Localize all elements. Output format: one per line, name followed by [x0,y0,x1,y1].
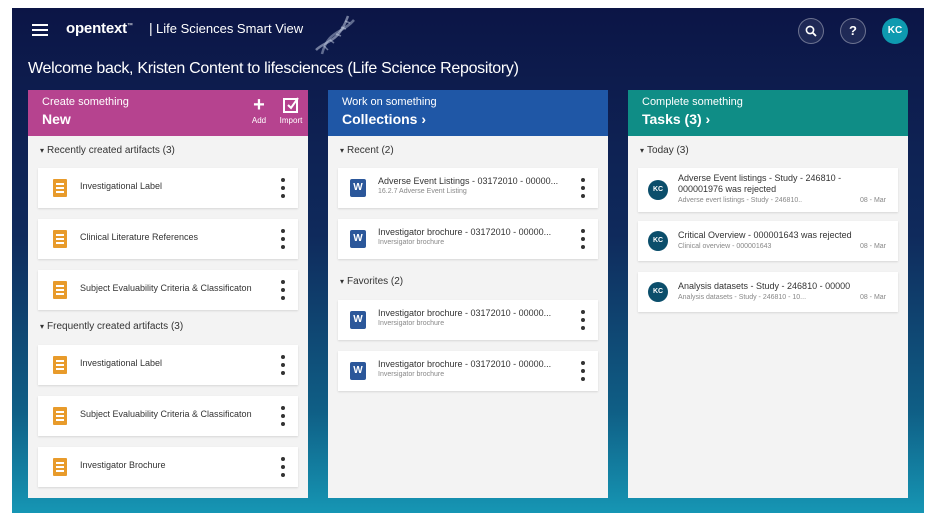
more-options-icon[interactable] [278,457,288,477]
brand-separator: | [149,20,153,36]
more-options-icon[interactable] [278,406,288,426]
task-date: 08 - Mar [859,197,886,204]
tasks-panel-header[interactable]: Complete something Tasks (3) › [628,90,908,136]
brand-logo: opentext™ [66,20,133,37]
dna-helix-icon [315,15,355,55]
app-name: Life Sciences Smart View [156,21,304,36]
collections-panel-subtitle: Work on something [342,96,437,108]
task-title: Analysis datasets - Study - 246810 - 000… [678,281,851,291]
welcome-message: Welcome back, Kristen Content to lifesci… [28,60,519,77]
more-options-icon[interactable] [578,178,588,198]
artifact-title: Clinical Literature References [80,232,199,242]
import-label: Import [279,116,303,125]
word-document-icon: W [350,179,366,197]
collection-card[interactable]: W Investigator brochure - 03172010 - 000… [338,351,598,391]
document-icon [53,458,67,476]
artifact-title: Investigational Label [80,181,163,191]
task-title: Critical Overview - 000001643 was reject… [678,230,852,240]
user-avatar[interactable]: KC [882,18,908,44]
today-section[interactable]: ▾ Today (3) [628,142,908,160]
search-icon [805,25,817,37]
task-card[interactable]: KC Critical Overview - 000001643 was rej… [638,221,898,261]
recently-created-section[interactable]: ▾ Recently created artifacts (3) [28,142,308,160]
collection-subtitle: Inversigator brochure [378,239,445,246]
artifact-title: Subject Evaluability Criteria & Classifi… [80,283,252,293]
chevron-down-icon: ▾ [40,322,45,331]
collection-title: Investigator brochure - 03172010 - 00000… [378,359,552,369]
artifact-card[interactable]: Investigational Label [38,168,298,208]
collection-card[interactable]: W Investigator brochure - 03172010 - 000… [338,300,598,340]
collection-subtitle: Inversigator brochure [378,320,445,327]
app-window: opentext™ | Life Sciences Smart View ? K… [12,8,924,513]
document-icon [53,407,67,425]
collections-panel-header[interactable]: Work on something Collections › [328,90,608,136]
artifact-card[interactable]: Investigational Label [38,345,298,385]
document-icon [53,230,67,248]
document-icon [53,179,67,197]
task-avatar: KC [648,231,668,251]
word-document-icon: W [350,311,366,329]
artifact-title: Investigator Brochure [80,460,166,470]
task-avatar: KC [648,282,668,302]
plus-icon: + [253,94,265,116]
help-button[interactable]: ? [840,18,866,44]
more-options-icon[interactable] [578,310,588,330]
task-title-line2: 000001976 was rejected [678,184,777,194]
artifact-card[interactable]: Clinical Literature References [38,219,298,259]
collection-title: Adverse Event Listings - 03172010 - 0000… [378,176,559,186]
create-panel: Create something New + Add Import ▾ Recen… [28,90,308,498]
collection-card[interactable]: W Investigator brochure - 03172010 - 000… [338,219,598,259]
artifact-card[interactable]: Subject Evaluability Criteria & Classifi… [38,270,298,310]
frequently-created-section[interactable]: ▾ Frequently created artifacts (3) [28,318,183,336]
collection-subtitle: 16.2.7 Adverse Event Listing [378,188,467,195]
import-icon [283,97,299,113]
artifact-card[interactable]: Subject Evaluability Criteria & Classifi… [38,396,298,436]
tasks-panel-title[interactable]: Tasks (3) › [642,111,894,127]
tasks-panel: Complete something Tasks (3) › ▾ Today (3… [628,90,908,498]
collections-panel: Work on something Collections › ▾ Recent … [328,90,608,498]
task-date: 08 - Mar [859,243,886,250]
top-bar: opentext™ | Life Sciences Smart View ? K… [12,8,924,55]
chevron-down-icon: ▾ [340,146,345,155]
chevron-down-icon: ▾ [40,146,45,155]
create-panel-header: Create something New + Add Import [28,90,308,136]
artifact-title: Investigational Label [80,358,163,368]
artifact-title: Subject Evaluability Criteria & Classifi… [80,409,252,419]
more-options-icon[interactable] [278,229,288,249]
word-document-icon: W [350,362,366,380]
collection-title: Investigator brochure - 03172010 - 00000… [378,308,552,318]
recent-section[interactable]: ▾ Recent (2) [328,142,608,160]
word-document-icon: W [350,230,366,248]
collection-card[interactable]: W Adverse Event Listings - 03172010 - 00… [338,168,598,208]
artifact-card[interactable]: Investigator Brochure [38,447,298,487]
document-icon [53,356,67,374]
document-icon [53,281,67,299]
hamburger-menu-icon[interactable] [32,24,48,36]
more-options-icon[interactable] [278,280,288,300]
chevron-down-icon: ▾ [340,277,345,286]
favorites-section[interactable]: ▾ Favorites (2) [328,273,403,291]
task-subtitle: Adverse evert listings - Study - 246810.… [678,197,803,204]
import-button[interactable]: Import [276,94,306,125]
add-button[interactable]: + Add [244,94,274,125]
task-subtitle: Analysis datasets - Study - 246810 - 10.… [678,294,807,301]
tasks-panel-subtitle: Complete something [642,96,743,108]
more-options-icon[interactable] [578,229,588,249]
task-avatar: KC [648,180,668,200]
more-options-icon[interactable] [278,355,288,375]
more-options-icon[interactable] [278,178,288,198]
more-options-icon[interactable] [578,361,588,381]
task-subtitle: Clinical overview - 000001643 [678,243,772,250]
task-date: 08 - Mar [859,294,886,301]
collections-panel-title[interactable]: Collections › [342,111,594,127]
task-title: Adverse Event listings - Study - 246810 … [678,173,842,183]
search-button[interactable] [798,18,824,44]
add-label: Add [251,116,267,125]
collection-title: Investigator brochure - 03172010 - 00000… [378,227,552,237]
task-card[interactable]: KC Adverse Event listings - Study - 2468… [638,168,898,212]
task-card[interactable]: KC Analysis datasets - Study - 246810 - … [638,272,898,312]
chevron-down-icon: ▾ [640,146,645,155]
collection-subtitle: Inversigator brochure [378,371,445,378]
